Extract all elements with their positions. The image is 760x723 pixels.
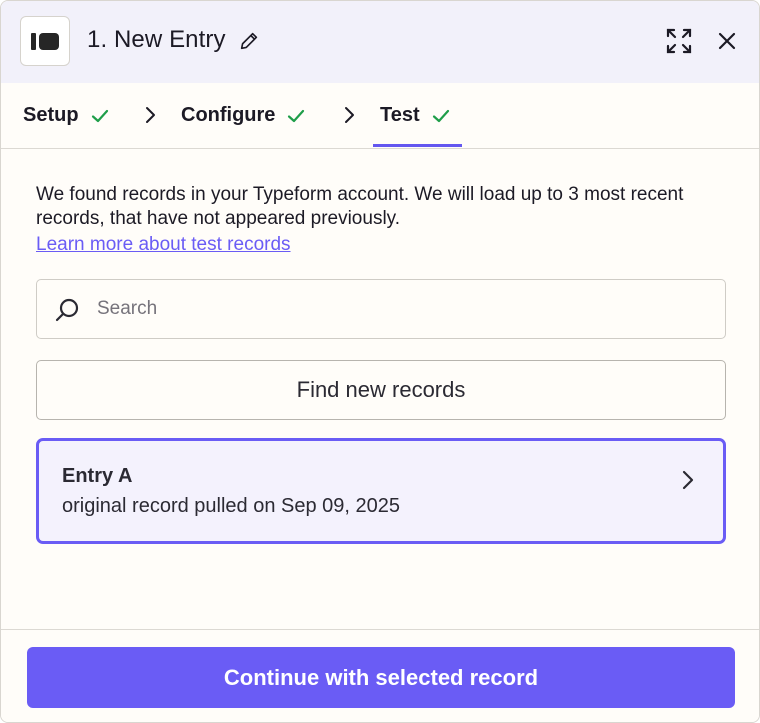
step-title[interactable]: 1. New Entry [87, 26, 226, 54]
app-logo-icon [20, 16, 70, 66]
tab-test[interactable]: Test [380, 83, 450, 148]
tab-setup[interactable]: Setup [23, 83, 109, 148]
step-tabs: Setup Configure Test [1, 83, 759, 149]
check-icon [432, 109, 449, 122]
chevron-right-icon [146, 107, 155, 123]
search-icon [55, 298, 79, 322]
record-item[interactable]: Entry A original record pulled on Sep 09… [36, 438, 726, 544]
pencil-icon[interactable] [238, 30, 260, 52]
learn-more-link[interactable]: Learn more about test records [36, 234, 291, 256]
expand-icon[interactable] [665, 27, 693, 55]
search-field[interactable] [36, 279, 726, 339]
find-new-records-button[interactable]: Find new records [36, 360, 726, 420]
search-input[interactable] [97, 280, 697, 338]
check-icon [91, 109, 108, 122]
check-icon [288, 109, 305, 122]
record-title: Entry A [62, 465, 133, 487]
panel-header: 1. New Entry [1, 1, 759, 83]
continue-button[interactable]: Continue with selected record [27, 647, 735, 708]
tab-setup-label: Setup [23, 104, 79, 126]
chevron-right-icon [345, 107, 354, 123]
close-icon[interactable] [717, 31, 737, 51]
records-description: We found records in your Typeform accoun… [36, 184, 684, 229]
tab-configure[interactable]: Configure [181, 83, 305, 148]
active-tab-indicator [373, 144, 462, 147]
step-panel: 1. New Entry Setup Configure Test We fou… [0, 0, 760, 723]
record-pulled-date: original record pulled on Sep 09, 2025 [62, 495, 401, 517]
tab-configure-label: Configure [181, 104, 276, 126]
tab-test-label: Test [380, 104, 420, 126]
panel-footer: Continue with selected record [1, 629, 759, 722]
chevron-right-icon [682, 470, 694, 490]
